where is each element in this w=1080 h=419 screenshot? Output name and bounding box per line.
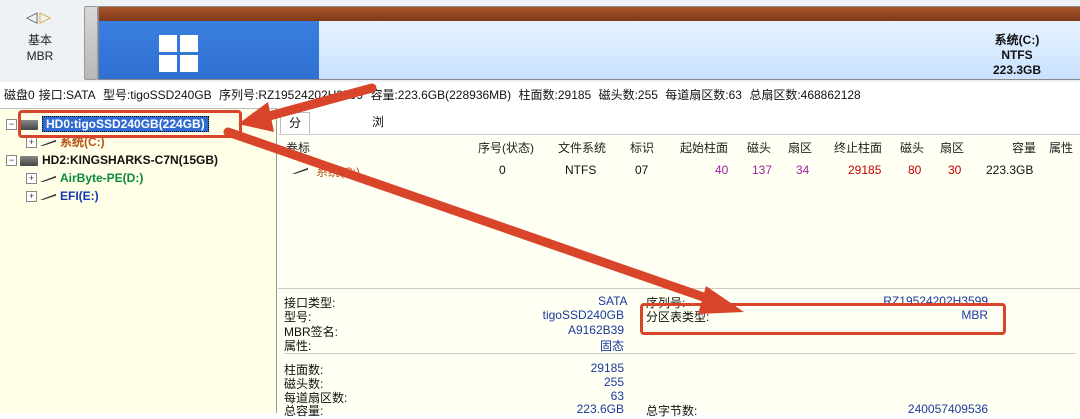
partition-fs: NTFS	[1001, 48, 1033, 62]
next-disk-icon[interactable]: ▷	[40, 9, 54, 26]
col-header-start-sector[interactable]: 扇区	[788, 139, 812, 156]
partition-summary: 系统(C:) NTFS 223.3GB	[993, 33, 1041, 78]
col-header-fs[interactable]: 文件系统	[558, 139, 606, 156]
row-end-sector: 30	[948, 163, 962, 177]
row-start-cyl: 40	[715, 163, 729, 177]
disk-spt: 每道扇区数:63	[665, 88, 742, 102]
prev-disk-icon[interactable]: ◁	[26, 9, 40, 26]
col-header-label[interactable]: 卷标	[286, 139, 310, 156]
row-part-icon	[292, 163, 312, 177]
partition-segment-c[interactable]: 系统(C:) NTFS 223.3GB	[98, 6, 1080, 80]
disk-tree: − HD0:tigoSSD240GB(224GB) + 系统(C:) − HD2:KI…	[0, 108, 277, 413]
col-header-id[interactable]: 标识	[630, 139, 654, 156]
row-start-head: 137	[752, 163, 773, 177]
cylinders-value: 29185	[590, 361, 624, 375]
total-capacity-value: 223.6GB	[576, 402, 624, 416]
col-header-attr[interactable]: 属性	[1049, 139, 1073, 156]
tab-browse-files[interactable]: 浏览文件	[364, 112, 392, 189]
tree-item-efi[interactable]: + EFI(E:)	[26, 188, 99, 205]
total-bytes-value: 240057409536	[907, 402, 988, 416]
row-id: 07	[635, 163, 649, 177]
expand-icon[interactable]: +	[26, 173, 37, 185]
expand-icon[interactable]: +	[26, 191, 37, 203]
total-capacity-label: 总容量:	[284, 404, 324, 418]
heads-value: 255	[603, 375, 624, 389]
highlight-box-hd0	[18, 110, 242, 138]
usb-disk-icon	[20, 155, 38, 166]
disk-info-line: 磁盘0 接口:SATA 型号:tigoSSD240GB 序列号:RZ1952420…	[4, 86, 1080, 102]
disk-map-bar: ◁▷ 基本 MBR 系统(C:) NTFS 223.3GB	[0, 0, 1080, 82]
mbr-signature-value: A9162B39	[567, 323, 624, 337]
disk-heads: 磁头数:255	[598, 88, 658, 102]
partition-icon	[40, 193, 56, 200]
used-space-bar	[99, 21, 319, 79]
col-header-capacity[interactable]: 容量	[1012, 139, 1036, 156]
highlight-box-partition-table-type	[640, 303, 1006, 335]
windows-logo-icon	[159, 35, 199, 73]
col-header-start-cyl[interactable]: 起始柱面	[680, 139, 728, 156]
properties-divider	[284, 353, 1076, 354]
row-end-head: 80	[908, 163, 922, 177]
expand-icon[interactable]: +	[26, 137, 37, 149]
partition-size: 223.3GB	[992, 63, 1041, 77]
row-end-cyl: 29185	[848, 163, 882, 177]
disk-type-label: 基本 MBR	[14, 32, 66, 64]
partition-header-stripe	[99, 7, 1080, 21]
partition-name: 系统(C:)	[994, 33, 1040, 47]
col-header-end-sector[interactable]: 扇区	[940, 139, 964, 156]
attr-value: 固态	[599, 339, 624, 353]
tree-item-airbyte-pe[interactable]: + AirByte-PE(D:)	[26, 170, 143, 187]
disk-kind-mbr: MBR	[26, 49, 54, 63]
unallocated-start-segment[interactable]	[84, 6, 98, 80]
model-value: tigoSSD240GB	[542, 308, 624, 322]
row-fs: NTFS	[565, 163, 597, 177]
disk-id: 磁盘0	[4, 88, 35, 102]
interface-value: SATA	[598, 294, 628, 308]
partition-detail-panel: 分区参数 浏览文件 卷标 序号(状态) 文件系统 标识 起始柱面 磁头 扇区 终…	[278, 108, 1080, 418]
disk-nav-arrows[interactable]: ◁▷	[26, 8, 53, 26]
partition-icon	[40, 175, 56, 182]
tree-item-hd2-label[interactable]: HD2:KINGSHARKS-C7N(15GB)	[42, 153, 218, 167]
total-bytes-label: 总字节数:	[646, 404, 698, 418]
partition-icon	[40, 139, 56, 146]
tree-item-efi-label[interactable]: EFI(E:)	[60, 189, 99, 203]
collapse-icon[interactable]: −	[6, 155, 17, 167]
partition-icon	[292, 167, 308, 174]
tab-partition-params[interactable]: 分区参数	[280, 112, 311, 190]
disk-model: 型号:tigoSSD240GB	[102, 88, 212, 102]
collapse-icon[interactable]: −	[6, 119, 17, 131]
row-start-sector: 34	[796, 163, 810, 177]
spt-value: 63	[610, 389, 624, 403]
row-label: 系统(C:)	[316, 165, 360, 179]
partition-table: 卷标 序号(状态) 文件系统 标识 起始柱面 磁头 扇区 终止柱面 磁头 扇区 …	[278, 134, 1080, 295]
col-header-end-head[interactable]: 磁头	[900, 139, 924, 156]
disk-capacity: 容量:223.6GB(228936MB)	[370, 88, 512, 102]
attr-label: 属性:	[284, 339, 312, 353]
disk-interface: 接口:SATA	[38, 88, 96, 102]
disk-total-sectors: 总扇区数:468862128	[749, 88, 861, 102]
free-space-bar	[319, 21, 1080, 79]
disk-cylinders: 柱面数:29185	[518, 88, 592, 102]
disk-serial: 序列号:RZ19524202H3599	[219, 88, 364, 102]
col-header-start-head[interactable]: 磁头	[747, 139, 771, 156]
row-capacity: 223.3GB	[986, 163, 1034, 177]
disk-kind-basic: 基本	[27, 33, 52, 47]
col-header-end-cyl[interactable]: 终止柱面	[834, 139, 882, 156]
tree-item-hd2[interactable]: − HD2:KINGSHARKS-C7N(15GB)	[6, 152, 218, 169]
tree-item-airbyte-label[interactable]: AirByte-PE(D:)	[60, 171, 143, 185]
col-header-index[interactable]: 序号(状态)	[478, 139, 534, 156]
row-index: 0	[499, 163, 506, 177]
